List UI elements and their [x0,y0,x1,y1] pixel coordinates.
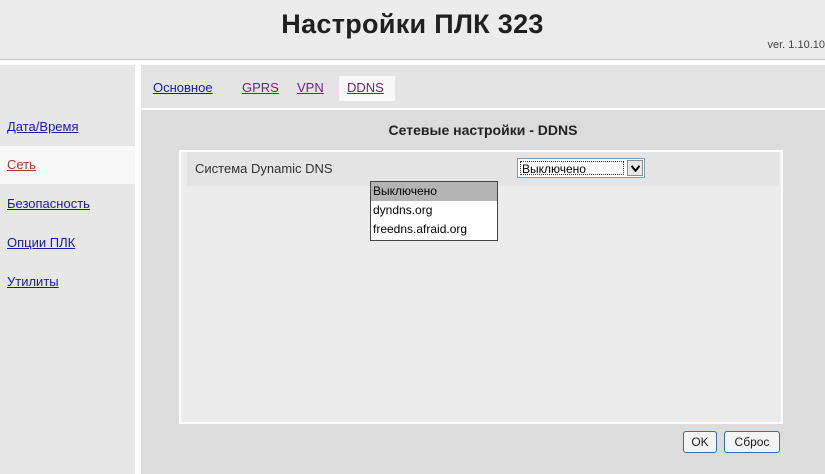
ddns-select[interactable]: Выключено [517,158,645,178]
section-title: Сетевые настройки - DDNS [388,122,578,138]
dropdown-option-disabled[interactable]: Выключено [371,182,497,201]
ok-button[interactable]: OK [683,431,717,453]
tab-ddns[interactable]: DDNS [347,80,384,95]
sidebar-item-datetime[interactable]: Дата/Время [0,108,135,146]
sidebar-item-label[interactable]: Безопасность [7,196,90,211]
sidebar-item-label[interactable]: Утилиты [7,274,59,289]
page-title: Настройки ПЛК 323 [281,9,544,39]
tab-vpn[interactable]: VPN [297,80,324,95]
sidebar-item-label[interactable]: Сеть [7,157,36,172]
ddns-field-label: Система Dynamic DNS [195,161,333,176]
header: Настройки ПЛК 323 ver. 1.10.10 [0,0,825,60]
main-content: Сетевые настройки - DDNS Система Dynamic… [141,110,825,474]
reset-button[interactable]: Сброс [724,431,780,453]
tab-bar: Основное GPRS VPN DDNS [141,65,825,108]
tab-main[interactable]: Основное [153,80,213,95]
chevron-down-icon[interactable] [627,160,643,176]
sidebar-item-label[interactable]: Опции ПЛК [7,235,75,250]
ddns-dropdown-list: Выключено dyndns.org freedns.afraid.org [370,181,498,241]
ddns-select-value: Выключено [520,161,624,176]
sidebar: Дата/Время Сеть Безопасность Опции ПЛК У… [0,65,135,474]
dropdown-option-dyndns[interactable]: dyndns.org [371,201,497,220]
sidebar-item-security[interactable]: Безопасность [0,185,135,223]
sidebar-item-utilities[interactable]: Утилиты [0,263,135,301]
sidebar-item-label[interactable]: Дата/Время [7,119,79,134]
sidebar-item-network[interactable]: Сеть [0,146,135,184]
sidebar-item-plc-options[interactable]: Опции ПЛК [0,224,135,262]
version-label: ver. 1.10.10 [767,39,825,51]
tab-gprs[interactable]: GPRS [242,80,279,95]
dropdown-option-freedns[interactable]: freedns.afraid.org [371,220,497,239]
